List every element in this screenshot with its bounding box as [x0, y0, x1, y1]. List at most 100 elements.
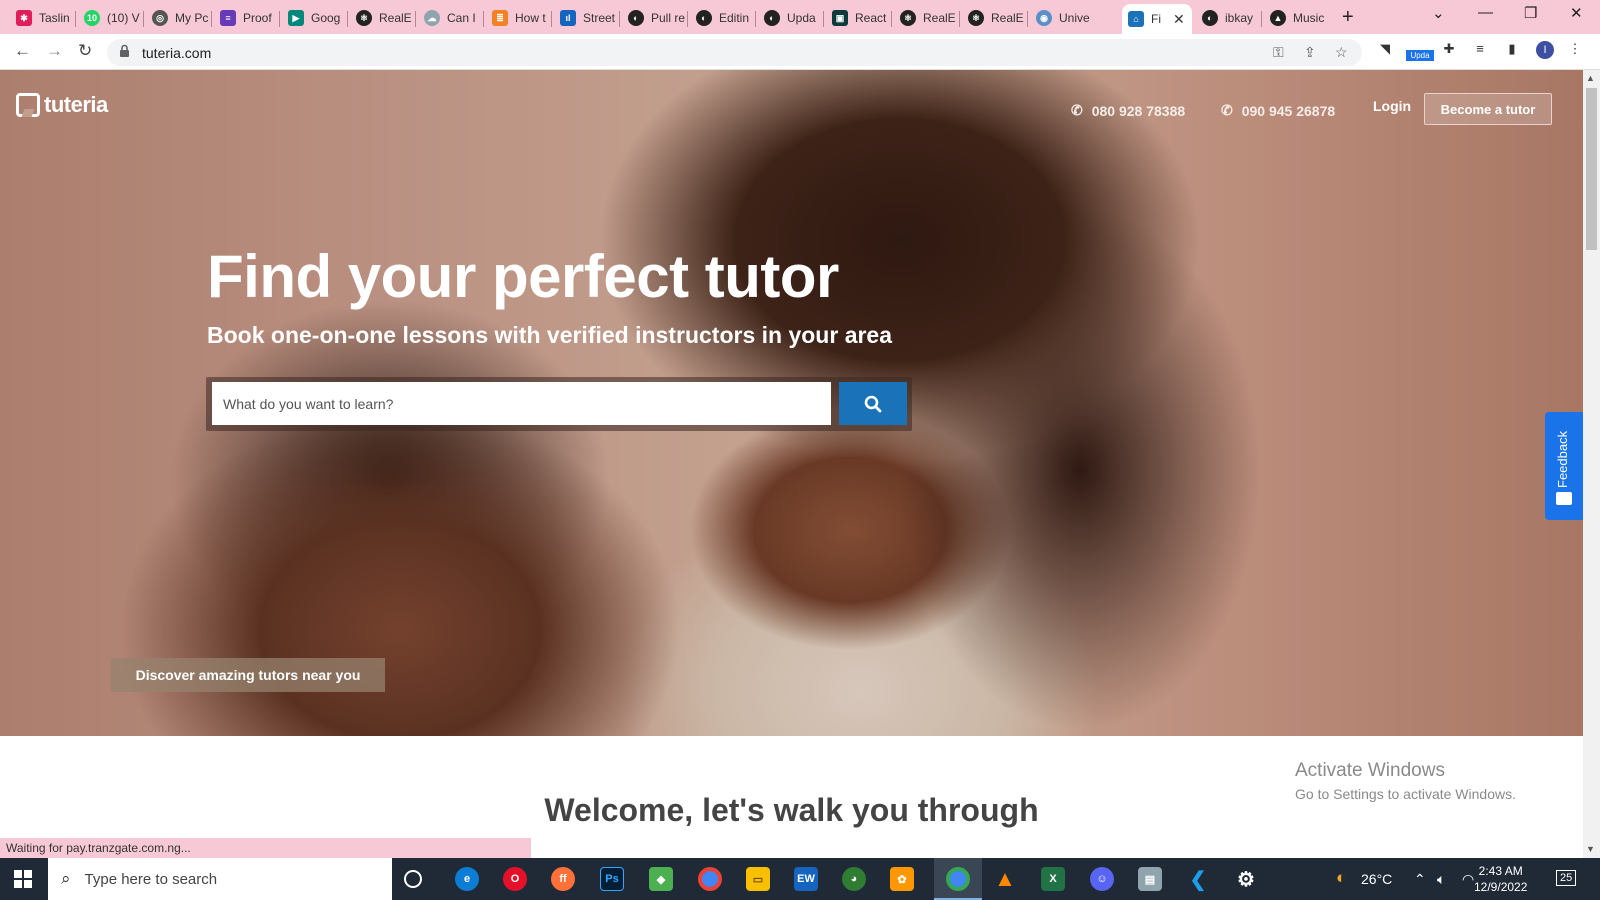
search-button[interactable]: [839, 382, 907, 425]
chart-icon: ıl: [560, 10, 576, 26]
photoshop-icon[interactable]: Ps: [600, 867, 624, 891]
browser-tab[interactable]: ⚛ RealE: [962, 4, 1028, 32]
wifi-icon[interactable]: ◠: [1462, 871, 1474, 888]
browser-tab[interactable]: ✱ Taslin: [10, 4, 76, 32]
vertical-scrollbar[interactable]: ▲ ▼: [1583, 70, 1600, 858]
search-input[interactable]: [212, 382, 831, 425]
windows-start-icon[interactable]: [14, 870, 32, 888]
edge-icon[interactable]: e: [455, 867, 479, 891]
notification-center-icon[interactable]: 25: [1556, 870, 1577, 886]
file-explorer-icon[interactable]: ▭: [746, 867, 770, 891]
tab-search-icon[interactable]: ⌄: [1432, 4, 1445, 22]
profile-avatar[interactable]: I: [1536, 41, 1554, 59]
browser-tab[interactable]: ◐ Editin: [690, 4, 756, 32]
browser-tab[interactable]: ◎ My Pc: [146, 4, 212, 32]
minimize-icon[interactable]: —: [1478, 4, 1493, 21]
tab-title: Can I: [447, 11, 476, 25]
tab-title: Fi: [1151, 12, 1161, 26]
tab-title: ibkay: [1225, 11, 1254, 25]
forward-icon[interactable]: →: [46, 41, 63, 61]
new-tab-icon[interactable]: +: [1342, 6, 1354, 29]
bookmark-star-icon[interactable]: ☆: [1335, 44, 1348, 61]
show-hidden-icons-icon[interactable]: ⌃: [1414, 871, 1426, 888]
login-link[interactable]: Login: [1373, 98, 1411, 114]
tab-title: (10) V: [107, 11, 140, 25]
page-viewport: tuteria ✆ 080 928 78388 ✆ 090 945 26878 …: [0, 70, 1583, 858]
react-icon: ⚛: [968, 10, 984, 26]
reload-icon[interactable]: ↻: [78, 41, 92, 61]
browser-tab[interactable]: ☁ Can I: [418, 4, 484, 32]
tuteria-logo[interactable]: tuteria: [16, 92, 108, 118]
close-tab-icon[interactable]: ✕: [1173, 11, 1185, 28]
globe-icon: ◎: [152, 10, 168, 26]
volume-icon[interactable]: 🔈︎: [1437, 871, 1445, 888]
discord-icon[interactable]: ☺: [1090, 867, 1114, 891]
github-icon: ◐: [628, 10, 644, 26]
browser-tab[interactable]: ▲ Music: [1264, 4, 1332, 32]
scroll-up-icon[interactable]: ▲: [1586, 73, 1595, 83]
taskbar-search-box[interactable]: ⌕ Type here to search: [48, 858, 392, 900]
paint-app-icon[interactable]: ✿: [890, 867, 914, 891]
firefox-icon[interactable]: ff: [551, 867, 575, 891]
scroll-down-icon[interactable]: ▼: [1586, 844, 1595, 854]
taskbar-search-placeholder: Type here to search: [84, 870, 218, 888]
restore-icon[interactable]: ❐: [1524, 4, 1537, 22]
hero-headline: Find your perfect tutor: [207, 243, 839, 310]
vlc-icon[interactable]: ▲: [993, 866, 1017, 891]
form-icon: ≡: [220, 10, 236, 26]
weather-icon[interactable]: ◐: [1336, 868, 1346, 888]
discover-tutors-button[interactable]: Discover amazing tutors near you: [111, 658, 385, 692]
browser-tab[interactable]: ≣ How t: [486, 4, 552, 32]
browser-tab[interactable]: ≡ Proof: [214, 4, 280, 32]
settings-icon[interactable]: ⚙: [1234, 867, 1258, 891]
address-bar[interactable]: tuteria.com ⚿ ⇪ ☆: [107, 39, 1362, 66]
chrome-icon[interactable]: [698, 867, 722, 891]
opera-icon[interactable]: O: [503, 867, 527, 891]
become-a-tutor-button[interactable]: Become a tutor: [1424, 93, 1552, 125]
ew-icon[interactable]: EW: [794, 867, 818, 891]
close-window-icon[interactable]: ✕: [1570, 4, 1583, 22]
side-panel-icon[interactable]: ▮: [1503, 41, 1521, 59]
tab-title: Proof: [243, 11, 272, 25]
chrome-profile-icon[interactable]: [946, 867, 970, 891]
clock-date: 12/9/2022: [1474, 880, 1528, 894]
rss-icon[interactable]: ◥: [1376, 41, 1394, 59]
back-icon[interactable]: ←: [14, 41, 31, 61]
search-icon: [864, 395, 882, 412]
browser-tab[interactable]: ▶ Goog: [282, 4, 348, 32]
phone-number-2[interactable]: ✆ 090 945 26878: [1221, 102, 1335, 119]
browser-tab[interactable]: ⚛ RealE: [894, 4, 960, 32]
excel-icon[interactable]: X: [1041, 867, 1065, 891]
share-icon[interactable]: ⇪: [1304, 44, 1316, 61]
browser-tab[interactable]: ⚛ RealE: [350, 4, 416, 32]
update-extension-icon[interactable]: Upda: [1406, 50, 1434, 61]
url-text: tuteria.com: [142, 45, 212, 61]
phone-number-1[interactable]: ✆ 080 928 78388: [1071, 102, 1185, 119]
weather-temperature[interactable]: 26°C: [1361, 871, 1392, 887]
browser-tab[interactable]: ◐ Upda: [758, 4, 824, 32]
system-clock[interactable]: 2:43 AM 12/9/2022: [1474, 863, 1527, 895]
tab-title: Street: [583, 11, 616, 25]
media-control-icon[interactable]: ≡: [1471, 41, 1489, 59]
browser-tab[interactable]: ▣ React: [826, 4, 892, 32]
feedback-tab[interactable]: Feedback: [1545, 412, 1583, 520]
key-icon[interactable]: ⚿: [1273, 44, 1284, 61]
browser-tab-strip: ✱ Taslin 10 (10) V ◎ My Pc ≡ Proof ▶ Goog ⚛ Re…: [0, 0, 1600, 34]
tuteria-logo-icon: [16, 93, 40, 117]
scrollbar-thumb[interactable]: [1586, 88, 1597, 250]
browser-tab[interactable]: ◐ ibkay: [1196, 4, 1262, 32]
browser-tab[interactable]: 10 (10) V: [78, 4, 144, 32]
browser-tab[interactable]: ◐ Pull re: [622, 4, 688, 32]
vscode-icon[interactable]: ❮: [1186, 867, 1210, 891]
layers-icon[interactable]: ◆: [649, 867, 673, 891]
extensions-puzzle-icon[interactable]: ✚: [1440, 41, 1458, 59]
monitor-app-icon[interactable]: ▤: [1138, 867, 1162, 891]
menu-kebab-icon[interactable]: ⋮: [1566, 41, 1584, 59]
tab-title: Music: [1293, 11, 1325, 25]
globe-app-icon[interactable]: ◕: [842, 867, 866, 891]
tab-title: Taslin: [39, 11, 70, 25]
task-view-icon[interactable]: [404, 870, 422, 888]
browser-tab-active[interactable]: ⌂ Fi ✕: [1122, 4, 1192, 34]
browser-tab[interactable]: ıl Street: [554, 4, 620, 32]
browser-tab[interactable]: ◉ Unive: [1030, 4, 1098, 32]
